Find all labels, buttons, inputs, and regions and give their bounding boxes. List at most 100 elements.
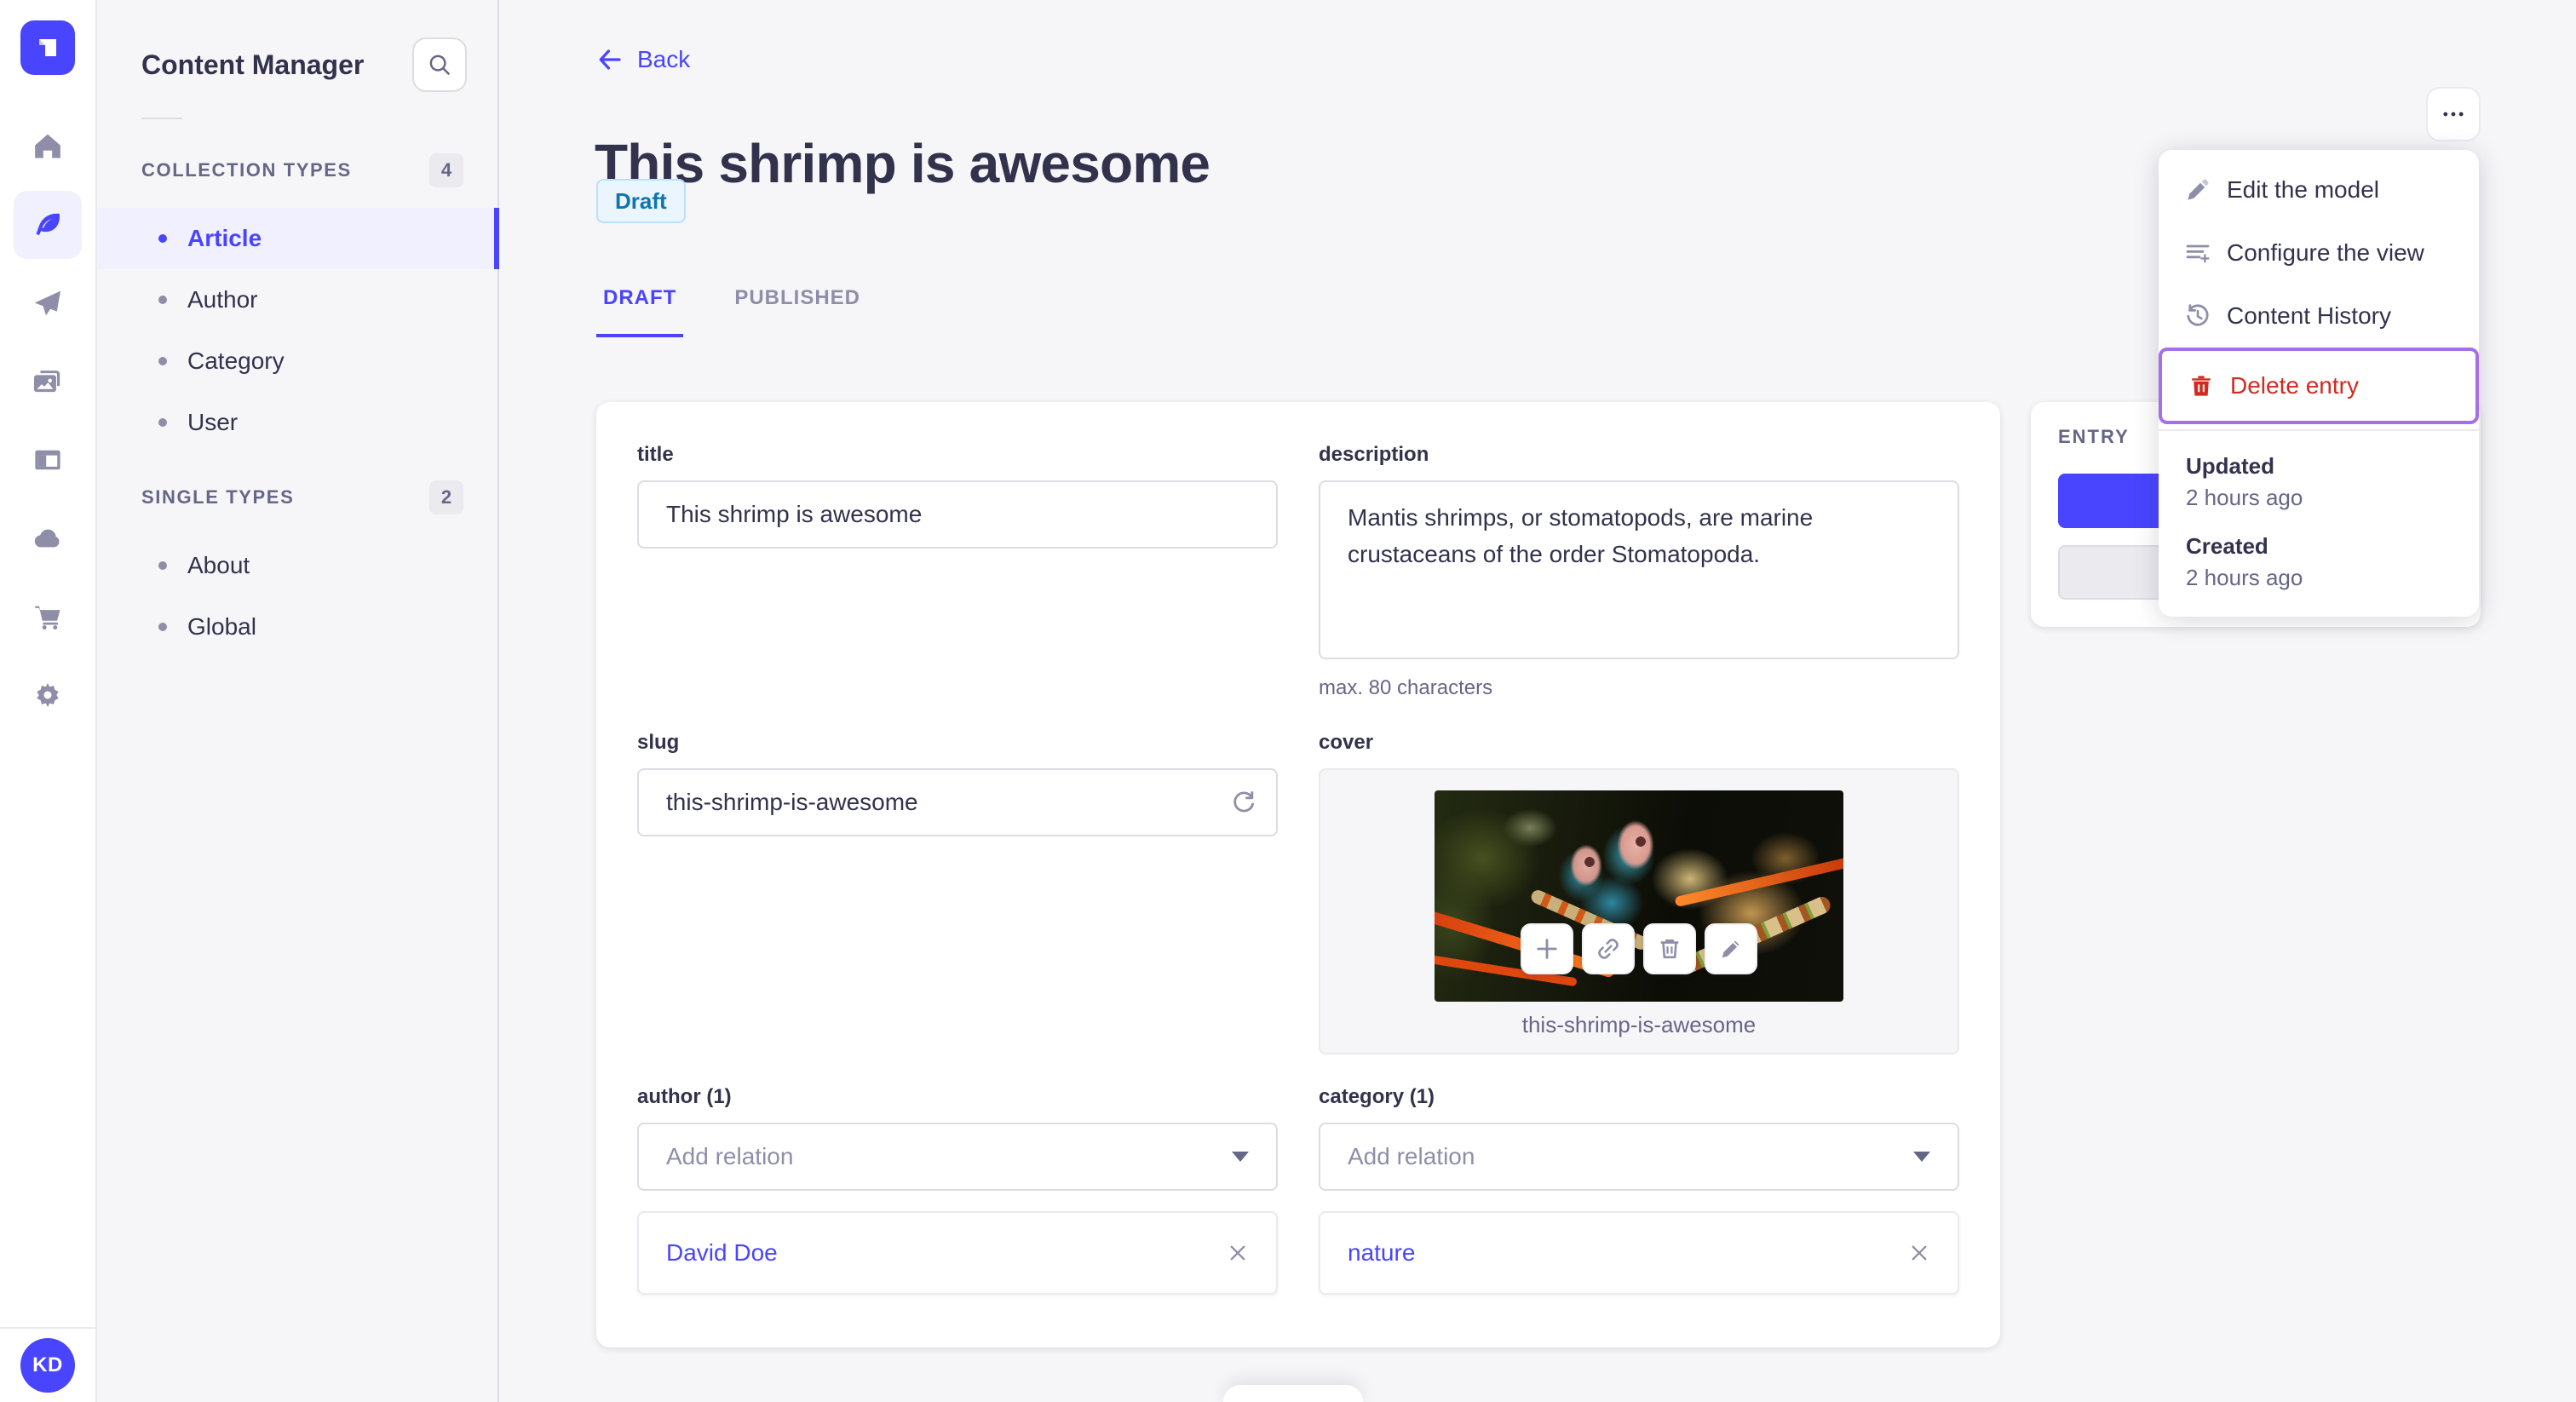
regenerate-slug-button[interactable] <box>1230 789 1257 816</box>
bullet-icon <box>158 418 167 427</box>
configure-icon <box>2186 244 2210 263</box>
status-badge: Draft <box>596 179 686 223</box>
field-slug: slug <box>637 731 1278 1054</box>
content-type-builder-icon[interactable] <box>14 426 82 494</box>
bullet-icon <box>158 623 167 631</box>
menu-item-label: Configure the view <box>2227 239 2424 266</box>
close-icon <box>1230 1245 1245 1261</box>
cover-label: cover <box>1319 731 1374 754</box>
description-textarea[interactable]: Mantis shrimps, or stomatopods, are mari… <box>1319 480 1959 659</box>
strapi-logo[interactable] <box>20 20 75 75</box>
sidebar-item-about[interactable]: About <box>97 535 497 596</box>
tab-published[interactable]: PUBLISHED <box>727 276 867 337</box>
menu-item-configure-view[interactable]: Configure the view <box>2159 221 2479 284</box>
relation-link[interactable]: nature <box>1348 1239 1415 1267</box>
author-relation-combobox[interactable]: Add relation <box>637 1123 1278 1191</box>
sidebar-item-user[interactable]: User <box>97 392 497 453</box>
menu-item-delete-entry[interactable]: Delete entry <box>2162 351 2475 421</box>
bullet-icon <box>158 561 167 570</box>
field-category: category (1) Add relation nature <box>1319 1085 1959 1295</box>
sidebar-item-label: Global <box>187 613 256 640</box>
description-label: description <box>1319 443 1429 466</box>
edit-form-card: title description Mantis shrimps, or sto… <box>596 402 2000 1347</box>
updated-label: Updated <box>2186 453 2274 479</box>
close-icon <box>1912 1245 1927 1261</box>
title-input[interactable] <box>637 480 1278 549</box>
slug-label: slug <box>637 731 680 754</box>
sidebar-divider <box>141 118 182 119</box>
section-single-types: SINGLE TYPES 2 <box>97 470 497 525</box>
created-value: 2 hours ago <box>2186 565 2303 590</box>
sidebar-item-label: Category <box>187 348 285 374</box>
bullet-icon <box>158 234 167 243</box>
media-library-icon[interactable] <box>14 348 82 416</box>
combobox-placeholder: Add relation <box>666 1143 794 1169</box>
menu-item-edit-model[interactable]: Edit the model <box>2159 158 2479 221</box>
chevron-down-icon <box>1232 1152 1249 1162</box>
releases-icon[interactable] <box>14 269 82 337</box>
search-icon <box>429 55 451 76</box>
title-label: title <box>637 443 674 466</box>
tabs: DRAFT PUBLISHED <box>596 276 867 337</box>
section-count-badge: 2 <box>429 480 463 514</box>
cloud-icon[interactable] <box>14 504 82 572</box>
strapi-logo-icon <box>39 39 56 56</box>
menu-info: Updated 2 hours ago Created 2 hours ago <box>2159 453 2479 591</box>
author-relation-item: David Doe <box>637 1211 1278 1295</box>
slug-input[interactable] <box>637 768 1278 836</box>
edit-asset-button[interactable] <box>1705 923 1757 974</box>
home-icon[interactable] <box>14 112 82 181</box>
ellipsis-icon <box>2443 112 2464 117</box>
user-avatar[interactable]: KD <box>20 1338 75 1393</box>
menu-divider <box>2159 429 2479 431</box>
category-label: category (1) <box>1319 1085 1435 1108</box>
back-arrow-icon <box>599 49 621 70</box>
refresh-icon <box>1233 791 1254 813</box>
icon-rail: KD <box>0 0 97 1402</box>
bullet-icon <box>158 296 167 304</box>
add-asset-button[interactable] <box>1521 923 1573 974</box>
history-icon <box>2187 304 2209 326</box>
created-label: Created <box>2186 533 2268 559</box>
content-manager-sidebar: Content Manager COLLECTION TYPES 4 Artic… <box>97 0 499 1402</box>
more-options-button[interactable] <box>2426 87 2481 141</box>
sidebar-item-author[interactable]: Author <box>97 269 497 330</box>
trash-icon <box>1660 939 1679 959</box>
section-label: COLLECTION TYPES <box>141 159 352 181</box>
marketplace-cart-icon[interactable] <box>14 583 82 651</box>
remove-relation-button[interactable] <box>1227 1242 1249 1264</box>
menu-item-label: Content History <box>2227 302 2391 329</box>
section-label: SINGLE TYPES <box>141 486 295 508</box>
collapsed-action-bar[interactable] <box>1223 1385 1363 1402</box>
plus-icon <box>1537 939 1557 959</box>
cover-carousel: this-shrimp-is-awesome <box>1319 768 1959 1054</box>
rail-footer: KD <box>0 1327 95 1402</box>
search-button[interactable] <box>412 37 467 92</box>
relation-link[interactable]: David Doe <box>666 1239 778 1267</box>
chevron-down-icon <box>1913 1152 1930 1162</box>
content-manager-icon[interactable] <box>14 191 82 259</box>
back-label: Back <box>637 46 691 72</box>
category-relation-combobox[interactable]: Add relation <box>1319 1123 1959 1191</box>
main-content: Back This shrimp is awesome Draft DRAFT … <box>499 0 2576 1402</box>
sidebar-title: Content Manager <box>141 49 365 80</box>
remove-relation-button[interactable] <box>1908 1242 1930 1264</box>
settings-gear-icon[interactable] <box>14 661 82 729</box>
tab-draft[interactable]: DRAFT <box>596 276 684 337</box>
field-cover: cover this-shrimp-is-awesome <box>1319 731 1959 1054</box>
section-count-badge: 4 <box>429 153 463 187</box>
sidebar-item-category[interactable]: Category <box>97 330 497 392</box>
menu-item-content-history[interactable]: Content History <box>2159 284 2479 348</box>
field-title: title <box>637 443 1278 700</box>
sidebar-item-article[interactable]: Article <box>97 208 499 269</box>
trash-icon <box>2192 376 2211 396</box>
copy-link-button[interactable] <box>1582 923 1635 974</box>
sidebar-item-global[interactable]: Global <box>97 596 497 658</box>
cover-actions <box>1521 923 1757 974</box>
link-icon <box>1598 939 1619 959</box>
delete-asset-button[interactable] <box>1643 923 1696 974</box>
back-link[interactable]: Back <box>596 46 690 73</box>
sidebar-item-label: Author <box>187 286 258 313</box>
menu-item-label: Edit the model <box>2227 176 2379 203</box>
sidebar-item-label: Article <box>187 225 262 251</box>
